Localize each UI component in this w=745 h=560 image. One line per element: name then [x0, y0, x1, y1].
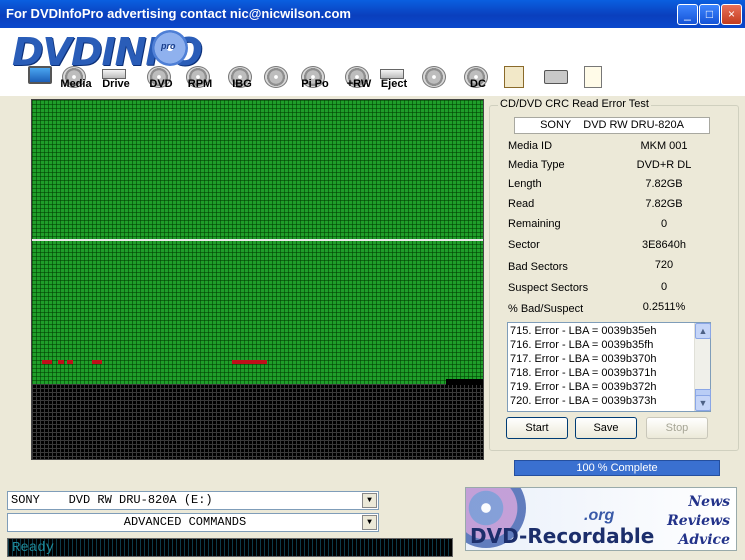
toolbar-clipboard-button[interactable]: [496, 66, 536, 94]
start-button[interactable]: Start: [506, 417, 568, 439]
disc-pen-icon: [422, 66, 446, 88]
error-marker: [42, 360, 52, 364]
camera-icon: [544, 70, 568, 84]
progress-bar: 100 % Complete: [514, 460, 720, 476]
ad-banner[interactable]: .org DVD-Recordable News Reviews Advice: [465, 487, 737, 551]
toolbar-eject-button[interactable]: Eject: [372, 66, 412, 94]
field-label: Length: [508, 178, 542, 190]
graph-midline: [32, 239, 483, 241]
status-bar: Ready: [7, 538, 453, 557]
toolbar-label: Eject: [380, 78, 408, 90]
field-label: Bad Sectors: [508, 261, 568, 273]
toolbar-label: Pi Po: [301, 78, 329, 90]
toolbar-label: DC: [470, 78, 486, 90]
header: DVDINFO pro Media Drive DVD RPM IBG Pi P…: [0, 28, 745, 96]
field-value: 720: [654, 259, 674, 271]
ad-brand: DVD-Recordable: [470, 524, 655, 548]
monitor-icon: [28, 66, 52, 84]
toolbar-rw-button[interactable]: +RW: [337, 66, 377, 94]
field-label: Suspect Sectors: [508, 282, 589, 294]
toolbar-notepad-button[interactable]: [576, 66, 616, 94]
field-value: 0: [660, 281, 668, 293]
toolbar-pipo-button[interactable]: Pi Po: [293, 66, 333, 94]
log-scrollbar[interactable]: ▲ ▼: [694, 323, 711, 411]
minimize-button[interactable]: _: [677, 4, 698, 25]
toolbar-ibg-button[interactable]: IBG: [220, 66, 260, 94]
toolbar-search-button[interactable]: [256, 66, 296, 94]
maximize-button[interactable]: □: [699, 4, 720, 25]
error-marker: [58, 360, 64, 364]
field-value: 7.82GB: [645, 178, 683, 190]
log-entry: 719. Error - LBA = 0039b372h: [510, 381, 657, 393]
error-marker: [92, 360, 102, 364]
toolbar-write-button[interactable]: [414, 66, 454, 94]
magnifier-icon: [264, 66, 288, 88]
drive-name-box: SONY DVD RW DRU-820A: [514, 117, 710, 134]
title-bar[interactable]: For DVDInfoPro advertising contact nic@n…: [0, 0, 745, 28]
chevron-down-icon[interactable]: ▼: [362, 515, 377, 530]
ad-domain: .org: [584, 507, 615, 524]
chevron-down-icon[interactable]: ▼: [362, 493, 377, 508]
field-value: DVD+R DL: [636, 159, 692, 171]
log-entry: 715. Error - LBA = 0039b35eh: [510, 325, 657, 337]
ad-word: Advice: [678, 532, 730, 548]
drive-select[interactable]: SONY DVD RW DRU-820A (E:) ▼: [7, 491, 379, 510]
field-label: Read: [508, 198, 535, 210]
command-select[interactable]: ADVANCED COMMANDS ▼: [7, 513, 379, 532]
error-log-list[interactable]: 715. Error - LBA = 0039b35eh 716. Error …: [507, 322, 711, 412]
field-label: Media Type: [508, 159, 565, 171]
toolbar-rpm-button[interactable]: RPM: [178, 66, 218, 94]
error-marker: [67, 360, 73, 364]
field-label: Media ID: [508, 140, 553, 152]
scanned-area: [32, 100, 483, 384]
error-marker: [232, 360, 267, 364]
toolbar-dvd-button[interactable]: DVD: [139, 66, 179, 94]
field-value: 0: [660, 218, 668, 230]
ad-word: News: [688, 494, 730, 510]
log-entry: 716. Error - LBA = 0039b35fh: [510, 339, 654, 351]
error-scan-graph: [31, 99, 484, 460]
log-entry: 717. Error - LBA = 0039b370h: [510, 353, 657, 365]
clipboard-icon: [504, 66, 524, 88]
toolbar-label: DVD: [149, 78, 173, 90]
toolbar-dc-button[interactable]: DC: [456, 66, 496, 94]
log-entry: 718. Error - LBA = 0039b371h: [510, 367, 657, 379]
toolbar-media-button[interactable]: Media: [54, 66, 94, 94]
stop-button[interactable]: Stop: [646, 417, 708, 439]
toolbar-label: Drive: [102, 78, 130, 90]
logo-badge: pro: [161, 41, 176, 51]
unscanned-area: [32, 384, 483, 459]
field-label: % Bad/Suspect: [508, 303, 584, 315]
group-title: CD/DVD CRC Read Error Test: [498, 98, 651, 110]
scroll-down-icon[interactable]: ▼: [695, 395, 711, 411]
status-text: Ready: [12, 540, 55, 556]
toolbar-camera-button[interactable]: [536, 66, 576, 94]
log-entry: 720. Error - LBA = 0039b373h: [510, 395, 657, 407]
notepad-icon: [584, 66, 602, 88]
close-button[interactable]: ×: [721, 4, 742, 25]
toolbar-drive-button[interactable]: Drive: [94, 66, 134, 94]
field-value: 7.82GB: [645, 198, 683, 210]
field-label: Sector: [508, 239, 540, 251]
ad-word: Reviews: [667, 513, 730, 529]
drive-select-value: SONY DVD RW DRU-820A (E:): [11, 493, 213, 507]
field-label: Remaining: [508, 218, 561, 230]
field-value: 0.2511%: [642, 301, 686, 313]
window-title: For DVDInfoPro advertising contact nic@n…: [6, 6, 351, 21]
field-value: 3E8640h: [641, 239, 687, 251]
toolbar-label: RPM: [187, 78, 213, 90]
command-select-value: ADVANCED COMMANDS: [123, 515, 247, 529]
graph-notch: [446, 379, 483, 385]
scroll-up-icon[interactable]: ▲: [695, 323, 711, 339]
field-value: MKM 001: [640, 140, 688, 152]
save-button[interactable]: Save: [575, 417, 637, 439]
toolbar-label: Media: [60, 78, 92, 90]
